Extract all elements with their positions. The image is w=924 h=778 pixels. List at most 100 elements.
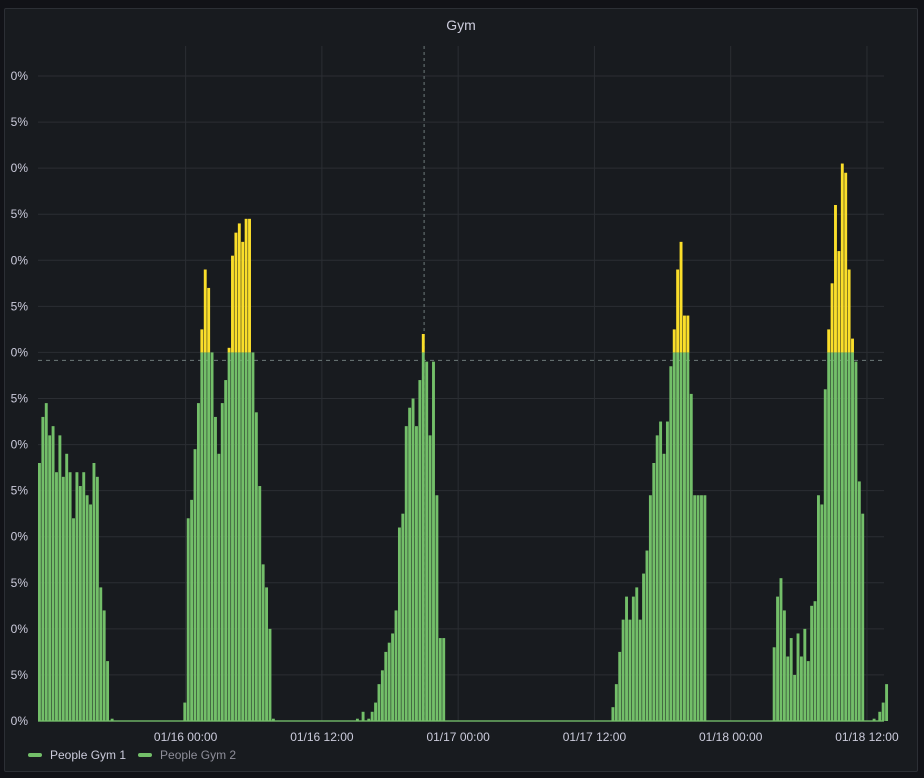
bar [265, 587, 269, 721]
y-tick-label: 0% [11, 714, 29, 728]
bar-above-threshold [830, 283, 834, 353]
bar [878, 711, 882, 721]
bar-above-threshold [683, 315, 686, 353]
bar [881, 702, 885, 721]
bar [95, 476, 99, 721]
bar [618, 651, 622, 721]
bar [370, 711, 374, 721]
bar [655, 435, 659, 721]
bar [810, 605, 814, 721]
legend-swatch [138, 753, 153, 757]
bar [41, 416, 45, 721]
bar [621, 619, 625, 721]
bar [786, 656, 790, 721]
x-tick-label: 01/17 00:00 [426, 730, 490, 744]
legend-swatch [28, 753, 42, 757]
bar [210, 352, 214, 721]
bar [58, 435, 62, 721]
x-tick-label: 01/18 12:00 [835, 730, 899, 744]
bar [421, 352, 425, 721]
bar [789, 638, 793, 721]
bar-above-threshold [200, 329, 204, 353]
bar [72, 518, 75, 721]
bar [92, 463, 96, 721]
bar [857, 481, 861, 721]
bar [779, 578, 783, 721]
bar [438, 638, 442, 721]
bar [207, 352, 211, 721]
bar [837, 352, 841, 721]
bar [203, 352, 207, 721]
bar [196, 403, 200, 721]
bar-above-threshold [837, 251, 841, 353]
bar [85, 495, 89, 721]
bar [827, 352, 831, 721]
bar [817, 495, 820, 721]
bar-above-threshold [834, 205, 837, 353]
bar-above-threshold [203, 269, 207, 353]
y-tick-label: 5% [11, 484, 29, 498]
bar [61, 476, 65, 721]
y-tick-label: 5% [11, 392, 29, 406]
bar-above-threshold [672, 329, 676, 353]
bar [806, 661, 810, 721]
bar [703, 495, 707, 721]
bar [442, 638, 446, 721]
bar [65, 453, 69, 721]
bar [683, 352, 686, 721]
legend: People Gym 1 People Gym 2 [28, 748, 236, 762]
legend-item-people-gym-2[interactable]: People Gym 2 [138, 748, 236, 762]
bar [659, 421, 663, 721]
bar-above-threshold [234, 232, 238, 353]
bar [772, 647, 776, 721]
bar [387, 642, 391, 721]
bar-above-threshold [679, 241, 683, 353]
bar [224, 380, 228, 721]
bar-above-threshold [231, 255, 234, 353]
bar [861, 513, 865, 721]
bar [186, 518, 190, 721]
bar [614, 684, 618, 721]
bar [254, 412, 258, 721]
bar-above-threshold [851, 338, 854, 353]
legend-label: People Gym 2 [160, 748, 237, 762]
bar-above-threshold [827, 329, 831, 353]
bar [793, 674, 797, 721]
bar [672, 352, 676, 721]
bar [432, 361, 435, 721]
bar [44, 403, 48, 721]
y-tick-label: 0% [11, 622, 29, 636]
bar [700, 495, 703, 721]
bar [244, 352, 248, 721]
bar [638, 619, 642, 721]
bar [425, 361, 429, 721]
bar-above-threshold [241, 241, 245, 353]
bar [68, 472, 72, 721]
bar [665, 421, 669, 721]
bar [258, 486, 262, 721]
legend-item-people-gym-1[interactable]: People Gym 1 [28, 748, 126, 762]
bar [401, 513, 405, 721]
bar [418, 380, 422, 721]
bar [693, 495, 697, 721]
x-tick-label: 01/16 12:00 [290, 730, 354, 744]
legend-label: People Gym 1 [50, 748, 127, 762]
bar [625, 596, 628, 721]
bar-above-threshold [676, 269, 680, 353]
bar [435, 495, 439, 721]
bar-above-threshold [248, 218, 251, 353]
chart-plot: 0% 5% 0% 5% 0% 5% 0% 5% 0% 5% 0% 5% 0% 5% 0% 01/16 00:0… [11, 46, 899, 744]
bar [89, 504, 92, 721]
bar [51, 426, 55, 721]
bar-above-threshold [840, 163, 844, 353]
bar-above-threshold [244, 218, 248, 353]
bar [377, 684, 381, 721]
bar [183, 702, 187, 721]
bar [813, 601, 817, 721]
bar [834, 352, 837, 721]
bar [55, 472, 58, 721]
bar [696, 495, 700, 721]
bar [415, 426, 418, 721]
bar [642, 573, 646, 721]
bar [200, 352, 204, 721]
